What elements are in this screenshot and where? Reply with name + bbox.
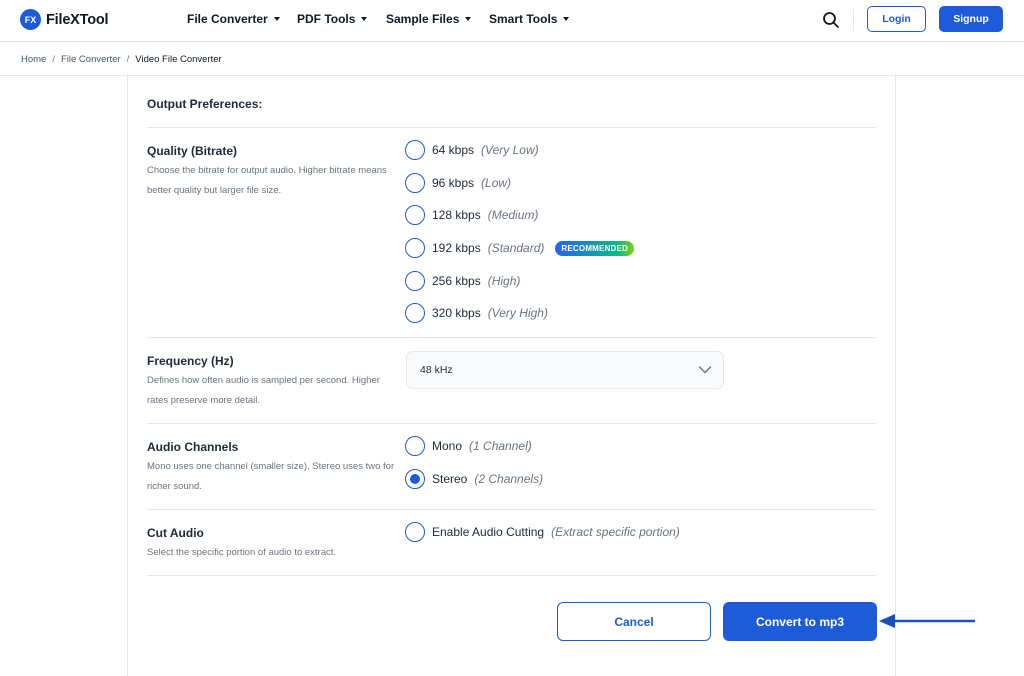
caret-down-icon: [465, 17, 472, 21]
option-label: 256 kbps: [432, 274, 481, 288]
radio-button-selected[interactable]: [405, 469, 425, 489]
menu-label: Smart Tools: [489, 12, 558, 26]
divider: [147, 509, 876, 510]
search-icon[interactable]: [822, 11, 840, 29]
frequency-title: Frequency (Hz): [147, 354, 234, 368]
section-title: Output Preferences:: [147, 97, 263, 111]
cut-audio-title: Cut Audio: [147, 526, 204, 540]
chevron-down-icon: [698, 366, 712, 374]
channel-option-mono[interactable]: Mono (1 Channel): [405, 436, 532, 456]
frequency-select[interactable]: 48 kHz: [406, 351, 724, 389]
caret-down-icon: [563, 17, 570, 21]
option-hint: (Standard): [487, 241, 545, 255]
option-hint: (Very Low): [481, 143, 539, 157]
bitrate-option-96[interactable]: 96 kbps (Low): [405, 173, 511, 193]
breadcrumb-separator: /: [52, 54, 55, 65]
radio-button[interactable]: [405, 436, 425, 456]
divider: [147, 575, 876, 576]
divider: [147, 423, 876, 424]
option-hint: (Medium): [487, 208, 539, 222]
login-button[interactable]: Login: [867, 6, 926, 32]
radio-button[interactable]: [405, 303, 425, 323]
option-label: Enable Audio Cutting: [432, 525, 545, 539]
recommended-badge: RECOMMENDED: [555, 240, 635, 256]
radio-button[interactable]: [405, 238, 425, 258]
cut-audio-description: Select the specific portion of audio to …: [147, 547, 337, 558]
radio-dot: [410, 474, 420, 484]
option-label: 320 kbps: [432, 306, 481, 320]
signup-button[interactable]: Signup: [939, 6, 1003, 32]
option-label: 64 kbps: [432, 143, 475, 157]
divider: [147, 127, 876, 128]
option-hint: (2 Channels): [474, 472, 544, 486]
radio-button[interactable]: [405, 522, 425, 542]
option-hint: (1 Channel): [469, 439, 532, 453]
breadcrumb-file-converter[interactable]: File Converter: [61, 54, 121, 65]
menu-file-converter[interactable]: File Converter: [187, 12, 280, 26]
nav-divider: [853, 9, 854, 31]
option-hint: (Extract specific portion): [551, 525, 680, 539]
cancel-button[interactable]: Cancel: [557, 602, 711, 641]
cut-audio-option[interactable]: Enable Audio Cutting (Extract specific p…: [405, 522, 680, 542]
bitrate-option-128[interactable]: 128 kbps (Medium): [405, 205, 538, 225]
option-label: 96 kbps: [432, 176, 475, 190]
radio-button[interactable]: [405, 140, 425, 160]
divider: [147, 337, 876, 338]
quality-description: Choose the bitrate for output audio. Hig…: [147, 165, 387, 196]
bitrate-option-64[interactable]: 64 kbps (Very Low): [405, 140, 539, 160]
quality-title: Quality (Bitrate): [147, 144, 238, 158]
menu-label: File Converter: [187, 12, 268, 26]
menu-label: PDF Tools: [297, 12, 356, 26]
option-label: Stereo: [432, 472, 468, 486]
radio-button[interactable]: [405, 173, 425, 193]
channel-option-stereo[interactable]: Stereo (2 Channels): [405, 469, 543, 489]
caret-down-icon: [361, 17, 368, 21]
breadcrumb-separator: /: [126, 54, 130, 65]
radio-button[interactable]: [405, 271, 425, 291]
logo[interactable]: FX FileXTool: [20, 9, 109, 30]
option-label: 128 kbps: [432, 208, 481, 222]
logo-badge-icon: FX: [20, 9, 41, 30]
breadcrumb-home[interactable]: Home: [21, 54, 46, 65]
menu-label: Sample Files: [386, 12, 460, 26]
frequency-description: Defines how often audio is sampled per s…: [147, 375, 380, 406]
option-hint: (High): [487, 274, 521, 288]
breadcrumb-bar: Home / File Converter / Video File Conve…: [0, 43, 1024, 76]
radio-button[interactable]: [405, 205, 425, 225]
menu-smart-tools[interactable]: Smart Tools: [489, 12, 570, 26]
arrow-left-icon: [879, 614, 975, 628]
option-label: Mono: [432, 439, 463, 453]
bitrate-option-256[interactable]: 256 kbps (High): [405, 271, 520, 291]
breadcrumb-current: Video File Converter: [135, 54, 222, 65]
option-label: 192 kbps: [432, 241, 481, 255]
option-hint: (Low): [481, 176, 512, 190]
top-navbar: FX FileXTool File Converter PDF Tools Sa…: [0, 0, 1024, 42]
menu-sample-files[interactable]: Sample Files: [386, 12, 472, 26]
bitrate-option-192[interactable]: 192 kbps (Standard) RECOMMENDED: [405, 238, 635, 258]
breadcrumb: Home / File Converter / Video File Conve…: [21, 54, 222, 65]
convert-button[interactable]: Convert to mp3: [723, 602, 877, 641]
caret-down-icon: [273, 17, 280, 21]
channels-title: Audio Channels: [147, 440, 239, 454]
channels-description: Mono uses one channel (smaller size), St…: [147, 461, 395, 492]
frequency-select-value: 48 kHz: [420, 364, 453, 376]
bitrate-option-320[interactable]: 320 kbps (Very High): [405, 303, 548, 323]
option-hint: (Very High): [487, 306, 548, 320]
logo-text: FileXTool: [46, 11, 109, 28]
menu-pdf-tools[interactable]: PDF Tools: [297, 12, 368, 26]
